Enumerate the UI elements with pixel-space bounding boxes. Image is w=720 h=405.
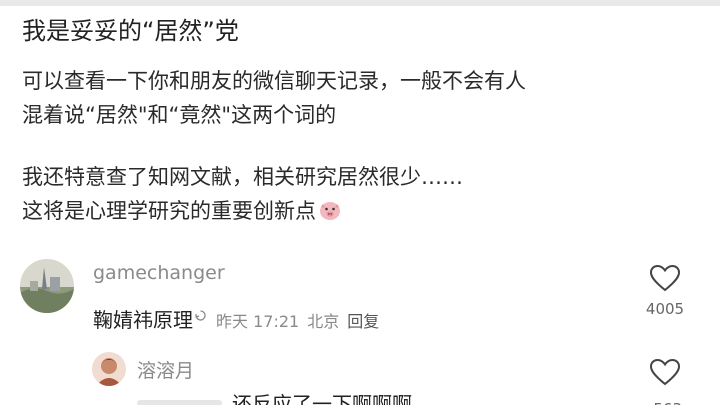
post-paragraph-2-line-1: 我还特意查了知网文献，相关研究居然很少…… [22, 165, 463, 189]
reply-tail-icon [195, 302, 206, 326]
comment-content: 鞠婧祎原理 昨天 17:21 北京 回复 [93, 302, 379, 333]
pig-emoji-icon [318, 197, 342, 231]
comment-text: 还反应了一下啊啊啊 [232, 392, 412, 405]
like-group: 4005 [640, 264, 690, 318]
heart-icon[interactable] [649, 264, 681, 296]
reply-button[interactable]: 回复 [347, 312, 379, 331]
avatar[interactable] [92, 352, 126, 386]
post-paragraph-2-line-2: 这将是心理学研究的重要创新点 [22, 194, 463, 231]
avatar[interactable] [20, 259, 74, 313]
comment-item: gamechanger 鞠婧祎原理 昨天 17:21 北京 回复 4005 [0, 256, 720, 336]
like-count: 4005 [645, 300, 685, 318]
comment-text: 鞠婧祎原理 [93, 308, 193, 332]
post-paragraph-2-line-2-text: 这将是心理学研究的重要创新点 [22, 199, 316, 223]
comment-meta: 昨天 17:21 北京 回复 [216, 312, 379, 331]
comment-item: 溶溶月 还反应了一下啊啊啊 563 [0, 350, 720, 405]
post-paragraph-1-line-1: 可以查看一下你和朋友的微信聊天记录，一般不会有人 [22, 69, 526, 93]
post-title: 我是妥妥的“居然”党 [22, 17, 239, 45]
heart-icon[interactable] [649, 358, 681, 390]
comment-username[interactable]: gamechanger [93, 262, 225, 284]
top-edge-strip [0, 0, 720, 6]
comment-meta-partial [137, 400, 222, 405]
like-count: 563 [653, 398, 682, 405]
comment-location: 北京 [307, 312, 340, 331]
post-paragraph-1: 可以查看一下你和朋友的微信聊天记录，一般不会有人 混着说“居然"和“竟然"这两个… [22, 64, 526, 132]
comment-username[interactable]: 溶溶月 [137, 356, 194, 383]
post-paragraph-2: 我还特意查了知网文献，相关研究居然很少…… 这将是心理学研究的重要创新点 [22, 160, 463, 231]
like-group [640, 358, 690, 390]
comment-time: 昨天 17:21 [216, 312, 300, 331]
post-paragraph-1-line-2: 混着说“居然"和“竟然"这两个词的 [22, 103, 337, 127]
